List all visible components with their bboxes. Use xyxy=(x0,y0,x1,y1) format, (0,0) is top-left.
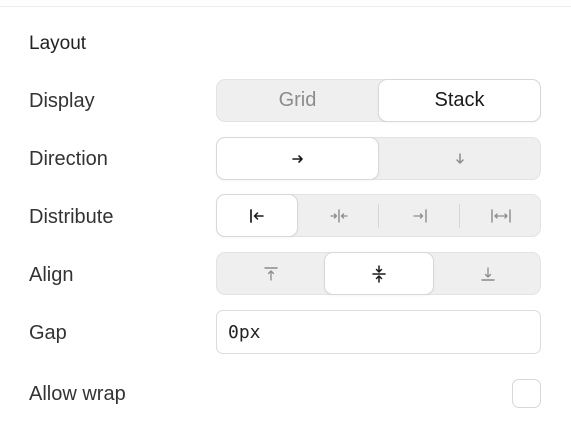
display-label: Display xyxy=(29,90,95,112)
distribute-space-between-icon xyxy=(490,208,512,224)
align-label: Align xyxy=(29,264,74,286)
vertical-arrow-icon xyxy=(453,152,467,166)
distribute-end-icon xyxy=(411,208,429,224)
direction-option-vertical[interactable] xyxy=(379,138,541,179)
display-option-stack[interactable]: Stack xyxy=(378,79,541,122)
top-divider xyxy=(0,6,571,7)
direction-segmented-control xyxy=(216,137,541,180)
allow-wrap-label: Allow wrap xyxy=(29,383,126,405)
gap-label: Gap xyxy=(29,322,67,344)
align-center-icon xyxy=(370,264,388,283)
distribute-option-start[interactable] xyxy=(216,194,298,237)
display-option-grid-label: Grid xyxy=(278,89,317,111)
distribute-segmented-control xyxy=(216,194,541,237)
display-option-grid[interactable]: Grid xyxy=(217,80,378,121)
align-option-bottom[interactable] xyxy=(434,253,541,294)
allow-wrap-checkbox[interactable] xyxy=(512,379,541,408)
direction-option-horizontal[interactable] xyxy=(216,137,379,180)
display-segmented-control: Grid Stack xyxy=(216,79,541,122)
horizontal-arrow-icon xyxy=(291,152,305,166)
align-top-icon xyxy=(262,266,280,282)
align-segmented-control xyxy=(216,252,541,295)
align-option-top[interactable] xyxy=(217,253,324,294)
align-option-center[interactable] xyxy=(324,252,434,295)
distribute-option-center[interactable] xyxy=(298,195,379,236)
distribute-option-end[interactable] xyxy=(379,195,460,236)
distribute-start-icon xyxy=(248,208,266,224)
section-title: Layout xyxy=(29,33,87,54)
display-option-stack-label: Stack xyxy=(434,89,485,111)
distribute-center-icon xyxy=(329,208,349,224)
direction-label: Direction xyxy=(29,148,108,170)
distribute-option-space-between[interactable] xyxy=(460,195,541,236)
gap-input[interactable] xyxy=(216,310,541,354)
distribute-label: Distribute xyxy=(29,206,114,228)
align-bottom-icon xyxy=(479,266,497,282)
